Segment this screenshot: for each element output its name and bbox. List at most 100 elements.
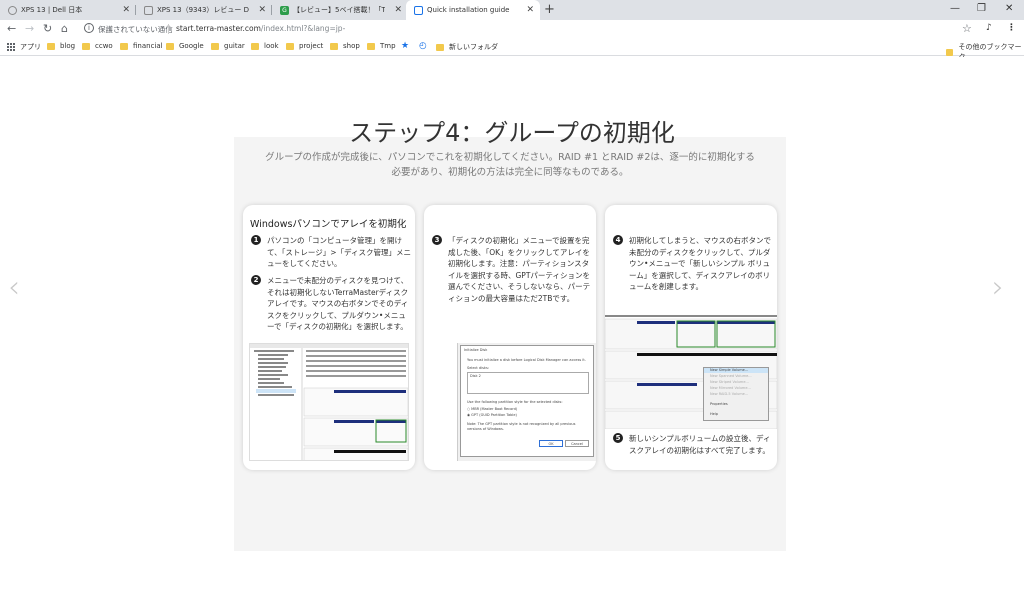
page-favicon-icon [414,5,423,15]
subtitle-line: 必要があり、初期化の方法は完全に同等なものである。 [391,167,629,178]
bookmark-star-icon[interactable]: ☆ [962,22,972,35]
back-icon[interactable]: ← [7,22,16,35]
tab-xps-review[interactable]: XPS 13（9343）レビュー DELLパソコ ✕ [136,0,272,20]
bookmark-google[interactable]: Google [166,42,204,50]
step-card-2: 3 「ディスクの初期化」メニューで設置を完成した後、「OK」をクリックしてアレイ… [424,205,596,470]
close-icon[interactable]: ✕ [122,5,130,15]
security-label[interactable]: 保護されていない通信 [98,24,173,35]
tab-title: XPS 13 | Dell 日本 [21,6,83,14]
bookmark-label: Tmp [380,42,396,50]
step-text: メニューで未配分のディスクを見つけて、それは初期化しないTerraMasterデ… [267,276,409,331]
bookmark-label: Google [179,42,204,50]
url-path: /index.html?&lang=jp- [260,24,346,33]
close-icon[interactable]: ✕ [394,5,402,15]
prev-slide-arrow-icon[interactable]: ‹ [8,270,20,305]
info-icon[interactable]: i [84,23,94,33]
tab-terramaster-review[interactable]: G 【レビュー】5ベイ搭載！「TerraMaster ✕ [272,0,408,20]
bookmark-label: ccwo [95,42,113,50]
minimize-icon[interactable]: — [950,3,960,14]
step-card-3: 4 初期化してしまうと、マウスの右ボタンで未配分のディスクをクリックして、プルダ… [605,205,777,470]
folder-icon [120,42,128,50]
subtitle-line: グループの作成が完成後に、パソコンでこれを初期化してください。RAID #1 と… [265,152,755,163]
disk-list-item[interactable]: Disk 2 [470,374,481,379]
step-number-badge: 5 [613,433,623,443]
bookmark-financial[interactable]: financial [120,42,163,50]
close-window-icon[interactable]: ✕ [1005,3,1013,14]
url-host: start.terra-master.com [176,24,261,33]
folder-icon [47,42,55,50]
next-slide-arrow-icon[interactable]: › [992,270,1004,305]
bookmark-guitar[interactable]: guitar [211,42,245,50]
bookmark-label: shop [343,42,360,50]
page-subtitle: グループの作成が完成後に、パソコンでこれを初期化してください。RAID #1 と… [236,150,784,180]
address-toolbar: ← → ↻ ⌂ i 保護されていない通信 start.terra-master.… [0,20,1024,38]
apps-icon [7,43,15,51]
instruction-step-3: 3 「ディスクの初期化」メニューで設置を完成した後、「OK」をクリックしてアレイ… [432,235,592,304]
folder-icon [330,42,338,50]
address-bar[interactable]: start.terra-master.com/index.html?&lang=… [176,24,345,33]
disk-list[interactable]: Disk 2 [467,372,589,394]
bookmark-label: blog [60,42,76,50]
tab-title: XPS 13（9343）レビュー DELLパソコ [157,6,249,14]
disk-management-illustration [250,344,408,460]
disk-management-screenshot [249,343,409,461]
bookmark-label: look [264,42,279,50]
menu-item-properties[interactable]: Properties [710,402,728,407]
tab-title: 【レビュー】5ベイ搭載！「TerraMaster [293,6,385,14]
bookmark-apps[interactable]: アプリ [7,42,41,52]
bookmark-shop[interactable]: shop [330,42,360,50]
folder-icon [166,42,174,50]
reload-icon[interactable]: ↻ [43,22,52,35]
cancel-button[interactable]: Cancel [565,440,589,447]
tab-quick-install[interactable]: Quick installation guide ✕ [406,0,540,20]
home-icon[interactable]: ⌂ [61,22,68,35]
step-text: 新しいシンプルボリュームの設立後、ディスクアレイの初期化はすべて完了します。 [629,434,771,455]
extension-icon[interactable]: ♪ [986,23,992,33]
history-bookmark-icon[interactable]: ◴ [419,41,427,51]
folder-icon [946,48,954,56]
tab-title: Quick installation guide [427,6,510,14]
forward-icon[interactable]: → [25,22,34,35]
instruction-step-1: 1 パソコンの「コンピュータ管理」を開けて、「ストレージ」>「ディスク管理」メニ… [251,235,411,270]
step-number-badge: 1 [251,235,261,245]
menu-icon[interactable]: ⋮ [1007,23,1016,33]
menu-item-help[interactable]: Help [710,412,718,417]
folder-icon [367,42,375,50]
menu-item-new-mirrored-volume: New Mirrored Volume... [710,386,751,390]
folder-icon [436,43,444,51]
new-tab-icon[interactable]: + [544,2,555,17]
restore-icon[interactable]: ❐ [977,3,986,14]
page-favicon-icon [144,5,153,15]
bookmark-blog[interactable]: blog [47,42,75,50]
ok-button[interactable]: OK [539,440,563,447]
bookmark-project[interactable]: project [286,42,323,50]
tab-dell[interactable]: XPS 13 | Dell 日本 ✕ [0,0,136,20]
gpt-label: GPT (GUID Partition Table) [471,413,517,417]
menu-item-new-simple-volume[interactable]: New Simple Volume... [704,368,768,373]
green-favicon-icon: G [280,5,289,15]
close-icon[interactable]: ✕ [526,5,534,15]
dialog-message: You must initialize a disk before Logica… [467,358,586,362]
gpt-option[interactable]: ◉ GPT (GUID Partition Table) [467,413,517,418]
card-title: Windowsパソコンでアレイを初期化 [250,219,407,230]
mbr-option[interactable]: ○ MBR (Master Boot Record) [467,407,517,412]
bookmarks-bar: アプリ blog ccwo financial Google guitar lo… [0,38,1024,61]
bookmark-ccwo[interactable]: ccwo [82,42,113,50]
step-number-badge: 3 [432,235,442,245]
close-icon[interactable]: ✕ [258,5,266,15]
bookmark-label: 新しいフォルダ [449,43,498,51]
bookmark-look[interactable]: look [251,42,279,50]
bookmark-tmp[interactable]: Tmp [367,42,396,50]
bookmark-label: financial [133,42,163,50]
bookmark-new-folder[interactable]: 新しいフォルダ [436,42,498,52]
instruction-step-2: 2 メニューで未配分のディスクを見つけて、それは初期化しないTerraMaste… [251,275,411,333]
star-bookmark-icon[interactable]: ★ [401,41,409,51]
divider [168,24,169,34]
bookmark-label: guitar [224,42,245,50]
initialize-disk-dialog: Initialize Disk You must initialize a di… [460,345,594,457]
bookmark-label: アプリ [20,43,41,51]
folder-icon [82,42,90,50]
folder-icon [286,42,294,50]
dialog-title: Initialize Disk [464,348,488,352]
menu-item-new-striped-volume: New Striped Volume... [710,380,749,384]
